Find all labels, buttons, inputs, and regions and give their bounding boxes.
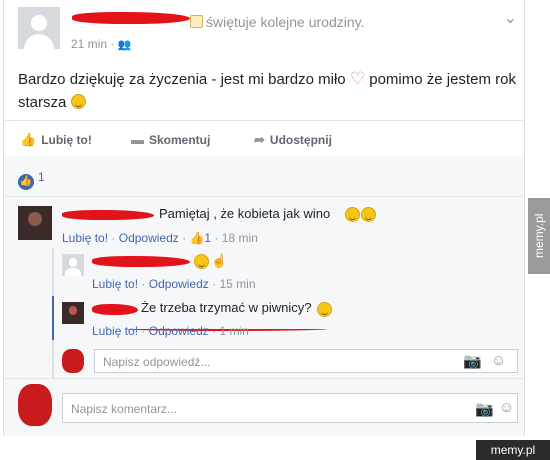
friends-icon: 👥 bbox=[117, 39, 132, 51]
post-body: Bardzo dziękuję za życzenia - jest mi ba… bbox=[18, 69, 516, 111]
reply-reply-link[interactable]: Odpowiedz bbox=[149, 324, 209, 338]
divider bbox=[4, 378, 524, 379]
reply-reply-link[interactable]: Odpowiedz bbox=[149, 277, 209, 291]
redacted-author-name bbox=[72, 12, 190, 24]
reaction-count[interactable]: 👍 1 bbox=[18, 170, 45, 190]
comment-like-count[interactable]: 1 bbox=[204, 231, 211, 245]
smiley-icon[interactable]: ☺ bbox=[499, 399, 514, 416]
divider bbox=[4, 120, 524, 121]
reply-input[interactable]: Napisz odpowiedź... 📷 ☺ bbox=[94, 349, 518, 373]
reply-time[interactable]: 15 min bbox=[219, 277, 255, 291]
reply-time[interactable]: 1 min bbox=[219, 324, 248, 338]
hand-icon: ☝ bbox=[211, 253, 228, 268]
thread-line-active bbox=[52, 296, 54, 340]
winking-emoji-icon bbox=[361, 207, 376, 222]
camera-icon[interactable]: 📷 bbox=[475, 400, 494, 418]
reply-placeholder: Napisz odpowiedź... bbox=[103, 355, 211, 369]
share-icon: ➦ bbox=[254, 132, 265, 147]
redacted-reply-name bbox=[92, 256, 190, 267]
comment-text: Pamiętaj , że kobieta jak wino bbox=[159, 206, 331, 221]
comment-input[interactable]: Napisz komentarz... 📷 ☺ bbox=[62, 393, 518, 423]
watermark-side: memy.pl bbox=[528, 198, 550, 274]
reply-like-link[interactable]: Lubię to! bbox=[92, 324, 138, 338]
camera-icon[interactable]: 📷 bbox=[463, 352, 482, 370]
laughing-emoji-icon bbox=[345, 207, 360, 222]
laughing-emoji-icon bbox=[194, 254, 209, 269]
reply-avatar[interactable] bbox=[62, 302, 84, 324]
reply-meta: Lubię to! · Odpowiedz · 1 min bbox=[92, 324, 249, 338]
comment-placeholder: Napisz komentarz... bbox=[71, 402, 178, 416]
redacted-reply-name bbox=[92, 304, 138, 315]
redacted-commenter-name bbox=[62, 210, 154, 220]
comment-icon: ▬ bbox=[131, 132, 144, 147]
divider bbox=[4, 196, 524, 197]
comment-reply-link[interactable]: Odpowiedz bbox=[119, 231, 179, 245]
smiley-emoji-icon bbox=[317, 302, 332, 317]
post-meta: 21 min · 👥 bbox=[71, 37, 132, 51]
birthday-post: świętuje kolejne urodziny. 21 min · 👥 ⌄ … bbox=[3, 0, 525, 436]
reply-avatar[interactable] bbox=[62, 254, 84, 276]
header-text: świętuje kolejne urodziny. bbox=[206, 14, 365, 30]
reply-text: Że trzeba trzymać w piwnicy? bbox=[141, 300, 312, 315]
heart-icon: ♡ bbox=[349, 69, 366, 88]
like-button[interactable]: 👍 Lubię to! bbox=[20, 132, 92, 148]
like-badge-icon: 👍 bbox=[18, 174, 34, 190]
comment-button[interactable]: ▬ Skomentuj bbox=[131, 132, 210, 147]
commenter-avatar[interactable] bbox=[18, 206, 52, 240]
thumbs-up-icon: 👍 bbox=[189, 231, 205, 245]
post-time[interactable]: 21 min bbox=[71, 37, 107, 51]
emoji-icon bbox=[70, 94, 86, 109]
chevron-down-icon[interactable]: ⌄ bbox=[504, 8, 517, 28]
comment-like-link[interactable]: Lubię to! bbox=[62, 231, 108, 245]
reply-meta: Lubię to! · Odpowiedz · 15 min bbox=[92, 277, 256, 291]
current-user-avatar[interactable] bbox=[62, 349, 84, 373]
action-bar: 👍 Lubię to! ▬ Skomentuj ➦ Udostępnij bbox=[18, 126, 512, 155]
share-button[interactable]: ➦ Udostępnij bbox=[254, 132, 332, 148]
watermark-bottom: memy.pl bbox=[476, 440, 550, 460]
cake-icon bbox=[190, 15, 203, 28]
comments-section: 👍 1 Pamiętaj , że kobieta jak wino Lubię … bbox=[4, 156, 524, 436]
smiley-icon[interactable]: ☺ bbox=[491, 352, 506, 369]
comment-meta: Lubię to! · Odpowiedz · 👍1 · 18 min bbox=[62, 231, 258, 245]
reply-like-link[interactable]: Lubię to! bbox=[92, 277, 138, 291]
current-user-avatar[interactable] bbox=[18, 384, 52, 426]
post-header: świętuje kolejne urodziny. bbox=[190, 14, 365, 30]
comment-time[interactable]: 18 min bbox=[222, 231, 258, 245]
thumbs-up-icon: 👍 bbox=[20, 132, 37, 147]
author-avatar[interactable] bbox=[18, 7, 60, 49]
